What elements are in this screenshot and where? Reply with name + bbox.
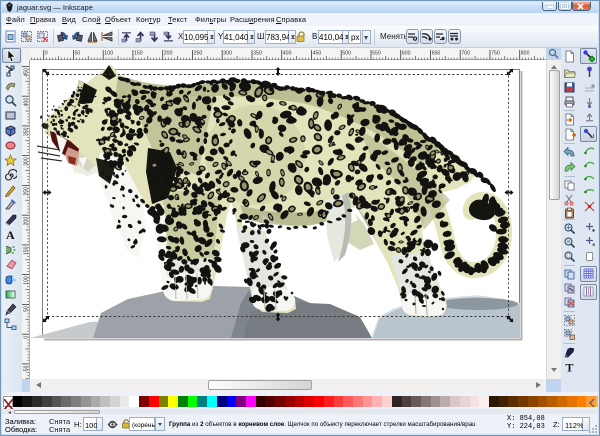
svg-text:600: 600 [402, 51, 411, 57]
svg-text:A: A [6, 228, 15, 241]
svg-text:650: 650 [432, 51, 441, 57]
svg-text:50: 50 [75, 51, 81, 57]
svg-text:150: 150 [134, 51, 143, 57]
svg-text:400: 400 [283, 51, 292, 57]
svg-text:800: 800 [521, 51, 530, 57]
svg-text:T: T [566, 361, 574, 374]
svg-text:250: 250 [194, 51, 203, 57]
svg-text:500: 500 [342, 51, 351, 57]
svg-text:350: 350 [253, 51, 262, 57]
svg-text:0: 0 [45, 51, 48, 57]
svg-text:50: 50 [24, 306, 30, 312]
svg-text:450: 450 [313, 51, 322, 57]
svg-text:300: 300 [223, 51, 232, 57]
svg-text:550: 550 [372, 51, 381, 57]
svg-text:200: 200 [164, 51, 173, 57]
svg-text:750: 750 [491, 51, 500, 57]
svg-text:100: 100 [104, 51, 113, 57]
svg-text:700: 700 [461, 51, 470, 57]
